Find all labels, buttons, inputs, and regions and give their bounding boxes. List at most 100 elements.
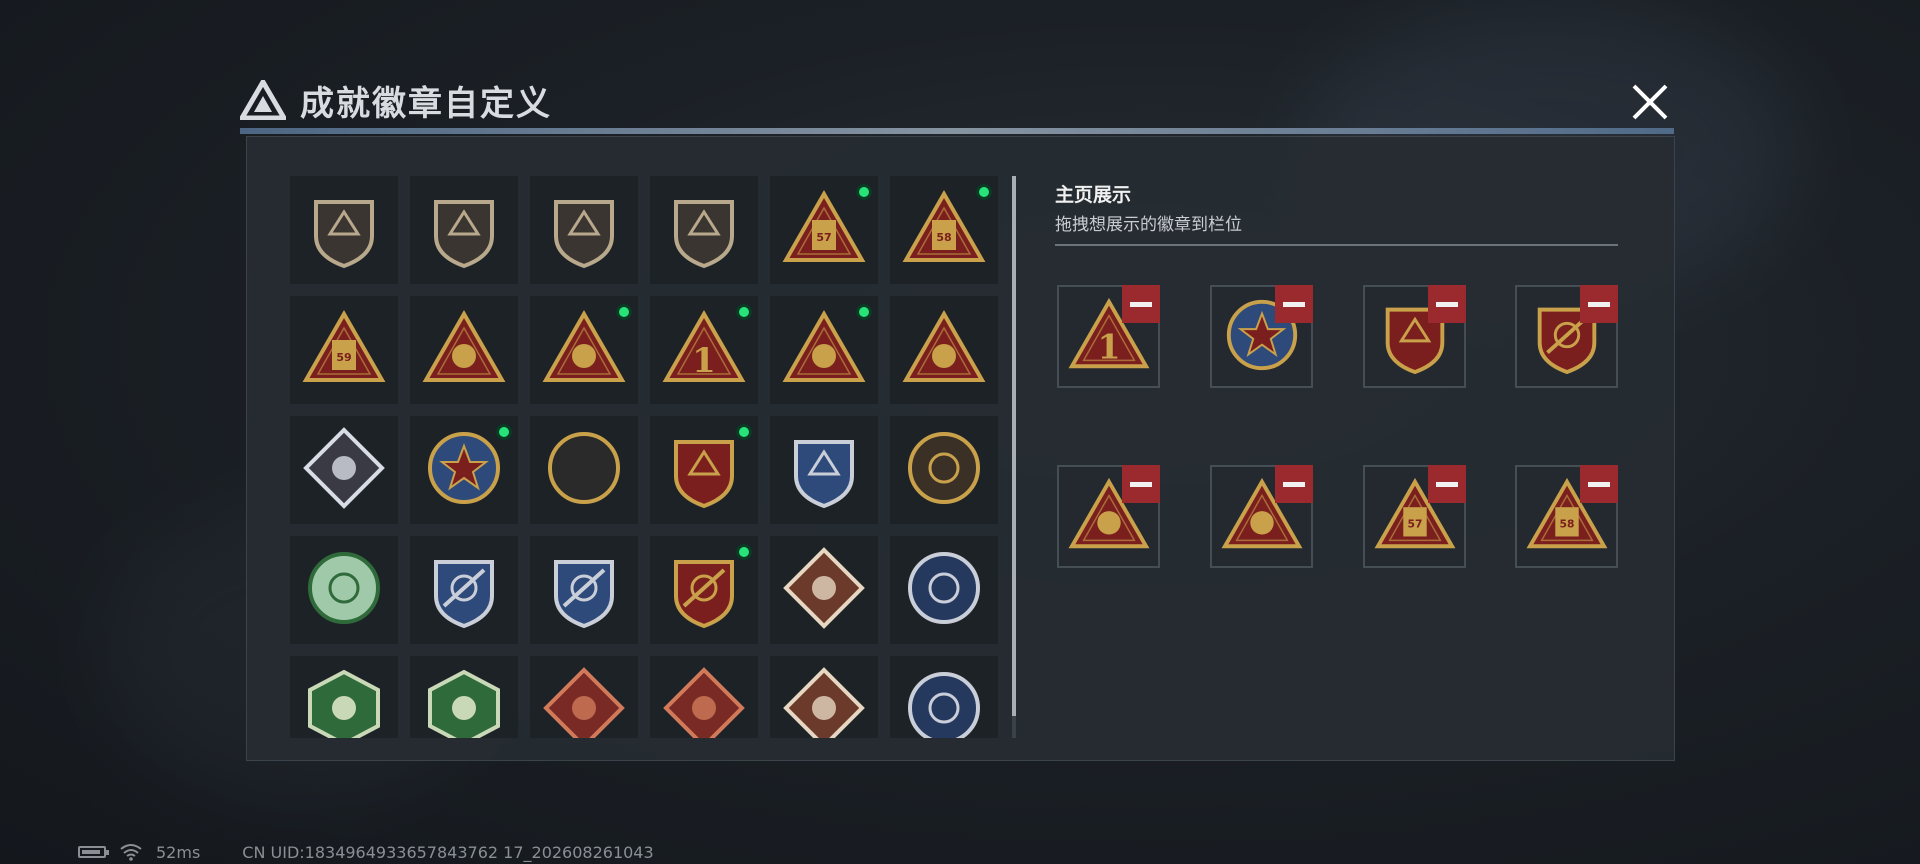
dragon-red-diamond-badge-icon xyxy=(542,666,626,738)
badge-cell[interactable] xyxy=(890,416,998,524)
new-indicator-dot xyxy=(736,304,752,320)
badge-cell[interactable] xyxy=(890,296,998,404)
badge-cell[interactable] xyxy=(290,416,398,524)
dragon-red-diamond-badge-icon xyxy=(662,666,746,738)
badge-cell[interactable] xyxy=(530,656,638,738)
badge-cell[interactable] xyxy=(770,296,878,404)
wifi-icon xyxy=(120,844,142,861)
wolf-round-badge-icon xyxy=(902,666,986,738)
uid-text: CN UID:1834964933657843762 17_2026082610… xyxy=(242,842,654,862)
new-indicator-dot xyxy=(736,544,752,560)
remove-badge-button[interactable] xyxy=(1275,285,1313,323)
badge-cell[interactable] xyxy=(410,536,518,644)
minus-icon xyxy=(1588,301,1610,307)
badge-cell[interactable] xyxy=(770,536,878,644)
new-indicator-dot xyxy=(856,184,872,200)
remove-badge-button[interactable] xyxy=(1428,465,1466,503)
remove-badge-button[interactable] xyxy=(1580,285,1618,323)
remove-badge-button[interactable] xyxy=(1122,285,1160,323)
badge-cell[interactable]: 1 xyxy=(650,296,758,404)
number-one-triangle-badge-icon: 1 xyxy=(662,306,746,394)
rifle-crosshair-gold-shield-badge-icon xyxy=(662,546,746,634)
diamond-emblem-shield-badge-icon xyxy=(542,186,626,274)
showcase-slot[interactable] xyxy=(1363,285,1466,388)
canister-57-triangle-badge-icon: 57 xyxy=(782,186,866,274)
minus-icon xyxy=(1436,481,1458,487)
remove-badge-button[interactable] xyxy=(1428,285,1466,323)
new-indicator-dot xyxy=(496,424,512,440)
badge-cell[interactable] xyxy=(650,536,758,644)
close-icon[interactable] xyxy=(1628,80,1672,124)
showcase-slot[interactable] xyxy=(1057,465,1160,568)
remove-badge-button[interactable] xyxy=(1275,465,1313,503)
hands-bowl-triangle-badge-icon xyxy=(542,306,626,394)
badge-cell[interactable] xyxy=(650,656,758,738)
showcase-slot[interactable]: 1 xyxy=(1057,285,1160,388)
hammer-hexagon-badge-icon xyxy=(422,666,506,738)
minus-icon xyxy=(1283,301,1305,307)
showcase-subtitle: 拖拽想展示的徽章到栏位 xyxy=(1055,215,1242,235)
helicopter-shield-badge-icon xyxy=(422,186,506,274)
status-bar: 52ms CN UID:1834964933657843762 17_20260… xyxy=(78,842,654,862)
canister-59-triangle-badge-icon: 59 xyxy=(302,306,386,394)
badge-cell[interactable] xyxy=(650,416,758,524)
badge-cell[interactable] xyxy=(410,176,518,284)
soldiers-triangle-badge-icon xyxy=(902,306,986,394)
dagger-shield-badge-icon xyxy=(662,186,746,274)
showcase-slot[interactable] xyxy=(1210,285,1313,388)
showcase-slot[interactable]: 58 xyxy=(1515,465,1618,568)
wolf-diamond-badge-icon xyxy=(782,546,866,634)
badge-cell[interactable]: 58 xyxy=(890,176,998,284)
remove-badge-button[interactable] xyxy=(1580,465,1618,503)
minus-icon xyxy=(1130,301,1152,307)
diamond-blue-shield-badge-icon xyxy=(782,426,866,514)
badge-grid-scroll-area[interactable]: 57 58 59 1 xyxy=(290,176,1004,738)
minus-icon xyxy=(1130,481,1152,487)
badge-cell[interactable] xyxy=(410,656,518,738)
badge-cell[interactable] xyxy=(770,656,878,738)
new-indicator-dot xyxy=(616,304,632,320)
badge-cell[interactable] xyxy=(290,176,398,284)
badge-cell[interactable] xyxy=(890,536,998,644)
badge-cell[interactable] xyxy=(530,176,638,284)
canister-58-triangle-badge-icon: 58 xyxy=(902,186,986,274)
crosshair-green-round-badge-icon xyxy=(302,546,386,634)
showcase-slot[interactable]: 57 xyxy=(1363,465,1466,568)
new-indicator-dot xyxy=(976,184,992,200)
remove-badge-button[interactable] xyxy=(1122,465,1160,503)
showcase-slot[interactable] xyxy=(1210,465,1313,568)
dialog-header: 成就徽章自定义 xyxy=(240,74,552,126)
scrollbar-thumb[interactable] xyxy=(1012,176,1016,716)
svg-text:58: 58 xyxy=(1559,517,1574,530)
fist-diamond-badge-icon xyxy=(302,426,386,514)
badge-cell[interactable] xyxy=(410,296,518,404)
triangle-logo-shield-badge-icon xyxy=(302,186,386,274)
svg-text:58: 58 xyxy=(936,231,951,244)
badge-cell[interactable] xyxy=(530,416,638,524)
badge-cell[interactable]: 57 xyxy=(770,176,878,284)
new-indicator-dot xyxy=(856,304,872,320)
svg-text:59: 59 xyxy=(336,351,351,364)
badge-cell[interactable] xyxy=(530,296,638,404)
badge-cell[interactable] xyxy=(290,536,398,644)
hands-heart-triangle-badge-icon xyxy=(782,306,866,394)
badge-cell[interactable] xyxy=(530,536,638,644)
showcase-slot[interactable] xyxy=(1515,285,1618,388)
minus-icon xyxy=(1588,481,1610,487)
badge-cell[interactable] xyxy=(410,416,518,524)
svg-text:57: 57 xyxy=(816,231,831,244)
showcase-divider xyxy=(1055,244,1618,246)
svg-text:57: 57 xyxy=(1407,517,1422,530)
badge-cell[interactable] xyxy=(650,176,758,284)
badge-cell[interactable] xyxy=(770,416,878,524)
rifle-crosshair-blue-shield-badge-icon xyxy=(542,546,626,634)
ribbon-stars-shield-badge-icon xyxy=(662,426,746,514)
wasp-hexagon-badge-icon xyxy=(302,666,386,738)
showcase-title: 主页展示 xyxy=(1055,184,1132,206)
badge-cell[interactable]: 59 xyxy=(290,296,398,404)
ping-value: 52ms xyxy=(156,842,201,862)
eagle-round-badge-icon xyxy=(902,546,986,634)
badge-cell[interactable] xyxy=(890,656,998,738)
explosion-triangle-badge-icon xyxy=(422,306,506,394)
badge-cell[interactable] xyxy=(290,656,398,738)
